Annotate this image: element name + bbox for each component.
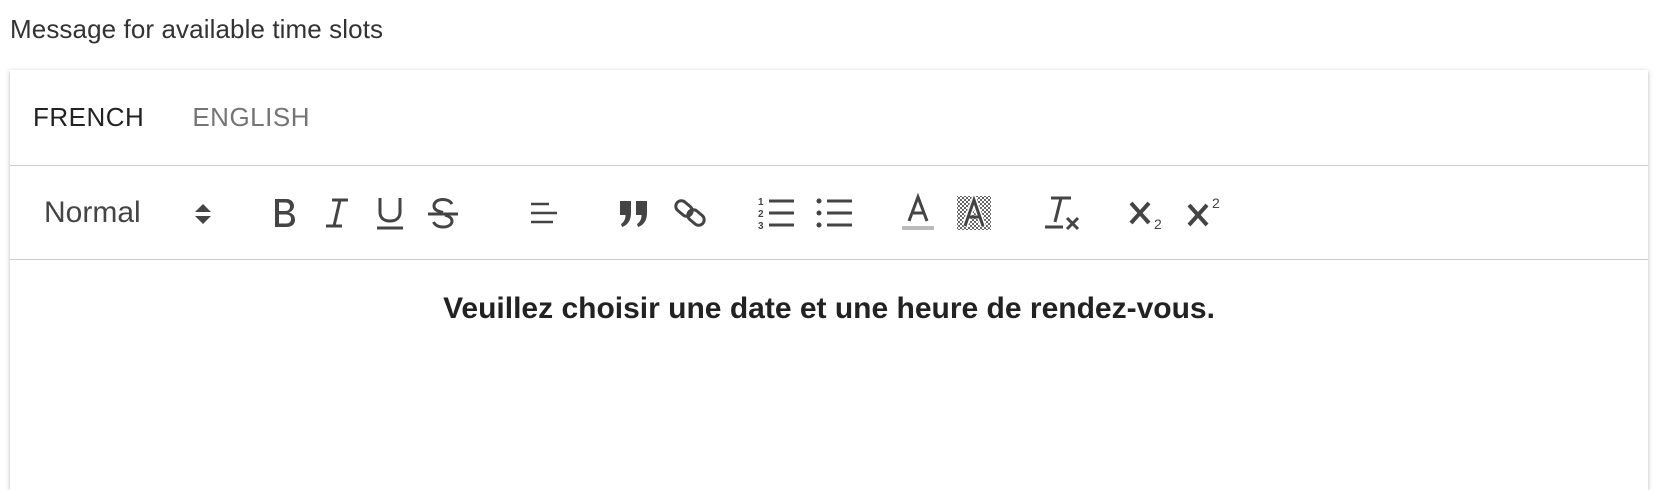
svg-text:3: 3 [758, 221, 764, 231]
text-color-button[interactable] [894, 166, 942, 260]
clear-format-button[interactable] [1038, 166, 1086, 260]
link-button[interactable] [666, 166, 714, 260]
clear-format-icon [1045, 196, 1080, 231]
svg-text:1: 1 [758, 197, 764, 208]
bold-button[interactable] [260, 166, 308, 260]
blockquote-icon [620, 201, 647, 227]
align-icon [531, 202, 557, 224]
bold-icon [275, 199, 295, 227]
underline-button[interactable] [366, 166, 414, 260]
strikethrough-icon [428, 197, 458, 229]
strikethrough-button[interactable] [419, 166, 467, 260]
header-format-value: Normal [44, 196, 141, 229]
header-format-select[interactable]: Normal [44, 166, 214, 260]
select-arrows-icon [195, 204, 211, 224]
background-color-icon [957, 195, 991, 230]
editor-paragraph: Veuillez choisir une date et une heure d… [443, 292, 1215, 325]
tab-english[interactable]: ENGLISH [192, 102, 310, 133]
bullet-list-icon [816, 198, 852, 228]
ordered-list-button[interactable]: 1 2 3 [752, 166, 800, 260]
language-tabs: FRENCH ENGLISH [10, 70, 1648, 166]
svg-text:2: 2 [758, 209, 764, 220]
rich-text-editor-card: FRENCH ENGLISH Normal 1 2 3 2 2 Veuillez… [10, 70, 1648, 490]
background-color-button[interactable] [950, 166, 998, 260]
italic-button[interactable] [313, 166, 361, 260]
superscript-button[interactable]: 2 [1182, 166, 1230, 260]
subscript-button[interactable]: 2 [1124, 166, 1172, 260]
editor-toolbar: Normal 1 2 3 2 2 [10, 166, 1648, 260]
editor-content-area[interactable]: Veuillez choisir une date et une heure d… [10, 260, 1648, 326]
italic-icon [326, 198, 348, 228]
link-icon [674, 199, 706, 227]
blockquote-button[interactable] [610, 166, 658, 260]
superscript-icon: 2 [1187, 195, 1220, 227]
text-color-icon [902, 193, 934, 230]
underline-icon [377, 198, 403, 230]
svg-text:2: 2 [1212, 195, 1220, 211]
align-button[interactable] [520, 166, 568, 260]
svg-text:2: 2 [1154, 216, 1162, 231]
subscript-icon: 2 [1129, 201, 1162, 231]
ordered-list-icon: 1 2 3 [758, 197, 794, 231]
tab-french[interactable]: FRENCH [33, 102, 144, 133]
bullet-list-button[interactable] [810, 166, 858, 260]
field-label: Message for available time slots [10, 14, 384, 44]
